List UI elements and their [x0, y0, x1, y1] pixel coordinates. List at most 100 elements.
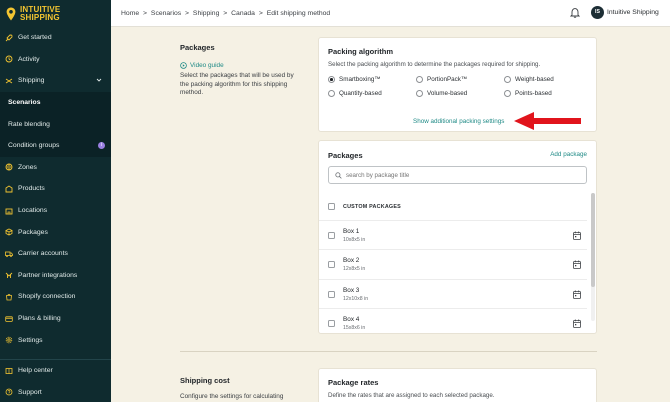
zones-icon: [4, 163, 13, 172]
table-row[interactable]: Box 3 12x10x8 in: [319, 278, 587, 308]
shipping-cost-section-info: Shipping cost Configure the settings for…: [180, 376, 302, 402]
package-name: Box 3: [343, 286, 360, 294]
row-checkbox[interactable]: [328, 232, 335, 239]
carrier-icon: [4, 249, 13, 258]
sidebar-item-label: Shipping: [18, 77, 45, 85]
table-row[interactable]: Box 4 15x8x6 in: [319, 307, 587, 333]
sidebar-item-products[interactable]: Products: [0, 178, 111, 200]
package-dimensions: 10x8x5 in: [343, 237, 366, 243]
sidebar-item-activity[interactable]: Activity: [0, 49, 111, 71]
activity-icon: [4, 55, 13, 64]
sidebar: INTUITIVE SHIPPING Get started Activity …: [0, 0, 111, 402]
sidebar-item-label: Carrier accounts: [18, 250, 68, 258]
brand-logo[interactable]: INTUITIVE SHIPPING: [0, 0, 111, 28]
radio-quantity-based[interactable]: Quantity-based: [328, 90, 382, 97]
help-icon: [4, 366, 13, 375]
card-subtitle: Select the packing algorithm to determin…: [328, 61, 541, 68]
card-title: Package rates: [328, 378, 379, 387]
sidebar-item-support[interactable]: Support: [0, 382, 111, 402]
sidebar-item-plans-billing[interactable]: Plans & billing: [0, 308, 111, 330]
package-rates-card: Package rates Define the rates that are …: [318, 368, 597, 402]
sidebar-item-partner-integrations[interactable]: Partner integrations: [0, 265, 111, 287]
table-row[interactable]: Box 2 12x8x5 in: [319, 249, 587, 278]
show-additional-settings-link[interactable]: Show additional packing settings: [413, 118, 504, 125]
radio-button[interactable]: [504, 76, 511, 83]
sidebar-item-help-center[interactable]: Help center: [0, 360, 111, 382]
sidebar-item-settings[interactable]: Settings: [0, 329, 111, 351]
sidebar-bottom: Help center Support: [0, 359, 111, 402]
calendar-icon[interactable]: [573, 319, 581, 328]
chevron-down-icon: [96, 78, 102, 82]
radio-volume-based[interactable]: Volume-based: [416, 90, 467, 97]
location-pin-logo-icon: [6, 7, 16, 21]
breadcrumb-canada[interactable]: Canada: [231, 10, 255, 17]
calendar-icon[interactable]: [573, 260, 581, 270]
calendar-icon[interactable]: [573, 290, 581, 299]
section-title: Packages: [180, 43, 215, 52]
sidebar-item-get-started[interactable]: Get started: [0, 27, 111, 49]
info-badge-icon: i: [98, 141, 105, 149]
section-divider: [180, 351, 597, 352]
package-name: Box 2: [343, 257, 360, 265]
sidebar-item-label: Zones: [18, 163, 37, 171]
radio-button[interactable]: [416, 76, 423, 83]
sidebar-item-condition-groups[interactable]: Condition groups i: [0, 134, 111, 157]
group-header-label: CUSTOM PACKAGES: [343, 203, 401, 210]
sidebar-item-label: Settings: [18, 336, 43, 344]
sidebar-item-shipping[interactable]: Shipping: [0, 70, 111, 92]
radio-smartboxing[interactable]: Smartboxing™: [328, 76, 381, 83]
partner-icon: [4, 271, 13, 280]
sidebar-item-scenarios[interactable]: Scenarios: [0, 91, 111, 114]
breadcrumb-home[interactable]: Home: [121, 10, 139, 17]
card-title: Packing algorithm: [328, 47, 394, 56]
add-package-link[interactable]: Add package: [550, 151, 587, 158]
sidebar-item-rate-blending[interactable]: Rate blending: [0, 113, 111, 135]
sidebar-item-shopify-connection[interactable]: Shopify connection: [0, 286, 111, 308]
sidebar-item-label: Activity: [18, 55, 40, 63]
row-checkbox[interactable]: [328, 261, 335, 269]
scrollbar-thumb[interactable]: [591, 193, 595, 287]
packages-icon: [4, 228, 13, 237]
products-icon: [4, 184, 13, 193]
company-name[interactable]: Intuitive Shipping: [607, 9, 659, 16]
package-list-scrollbar[interactable]: [591, 193, 595, 321]
sidebar-item-label: Help center: [18, 367, 53, 375]
billing-icon: [4, 314, 13, 323]
radio-button-selected[interactable]: [328, 76, 335, 83]
search-icon: [335, 171, 342, 179]
card-subtitle: Define the rates that are assigned to ea…: [328, 392, 495, 399]
breadcrumb-separator: >: [223, 9, 228, 17]
breadcrumb-scenarios[interactable]: Scenarios: [151, 10, 181, 17]
breadcrumb-shipping[interactable]: Shipping: [193, 10, 219, 17]
calendar-icon[interactable]: [573, 231, 581, 240]
radio-button[interactable]: [416, 90, 423, 97]
radio-weight-based[interactable]: Weight-based: [504, 76, 554, 83]
sidebar-item-locations[interactable]: Locations: [0, 200, 111, 222]
sidebar-item-packages[interactable]: Packages: [0, 221, 111, 243]
card-title: Packages: [328, 151, 363, 160]
radio-button[interactable]: [328, 90, 335, 97]
package-list: Box 1 10x8x5 in Box 2 12x8x5 in Box 3 12…: [319, 220, 587, 333]
package-name: Box 1: [343, 228, 360, 235]
select-all-checkbox[interactable]: [328, 203, 335, 210]
brand-name: INTUITIVE SHIPPING: [20, 5, 61, 22]
bell-icon[interactable]: [570, 7, 580, 18]
table-row[interactable]: Box 1 10x8x5 in: [319, 220, 587, 249]
search-input[interactable]: [346, 171, 566, 179]
row-checkbox[interactable]: [328, 319, 335, 327]
video-guide-link[interactable]: Video guide: [180, 62, 302, 69]
sidebar-item-label: Support: [18, 388, 42, 396]
radio-button[interactable]: [504, 90, 511, 97]
avatar[interactable]: IS: [591, 6, 604, 19]
sidebar-item-label: Locations: [18, 207, 48, 215]
topbar: Home > Scenarios > Shipping > Canada > E…: [111, 0, 670, 27]
radio-portionpack[interactable]: PortionPack™: [416, 76, 467, 83]
package-dimensions: 12x8x5 in: [343, 266, 366, 273]
sidebar-item-zones[interactable]: Zones: [0, 157, 111, 179]
rocket-icon: [4, 33, 13, 42]
sidebar-item-carrier-accounts[interactable]: Carrier accounts: [0, 243, 111, 265]
radio-points-based[interactable]: Points-based: [504, 90, 552, 97]
package-search-box[interactable]: [328, 166, 587, 184]
row-checkbox[interactable]: [328, 290, 335, 298]
sidebar-item-label: Partner integrations: [18, 271, 78, 279]
